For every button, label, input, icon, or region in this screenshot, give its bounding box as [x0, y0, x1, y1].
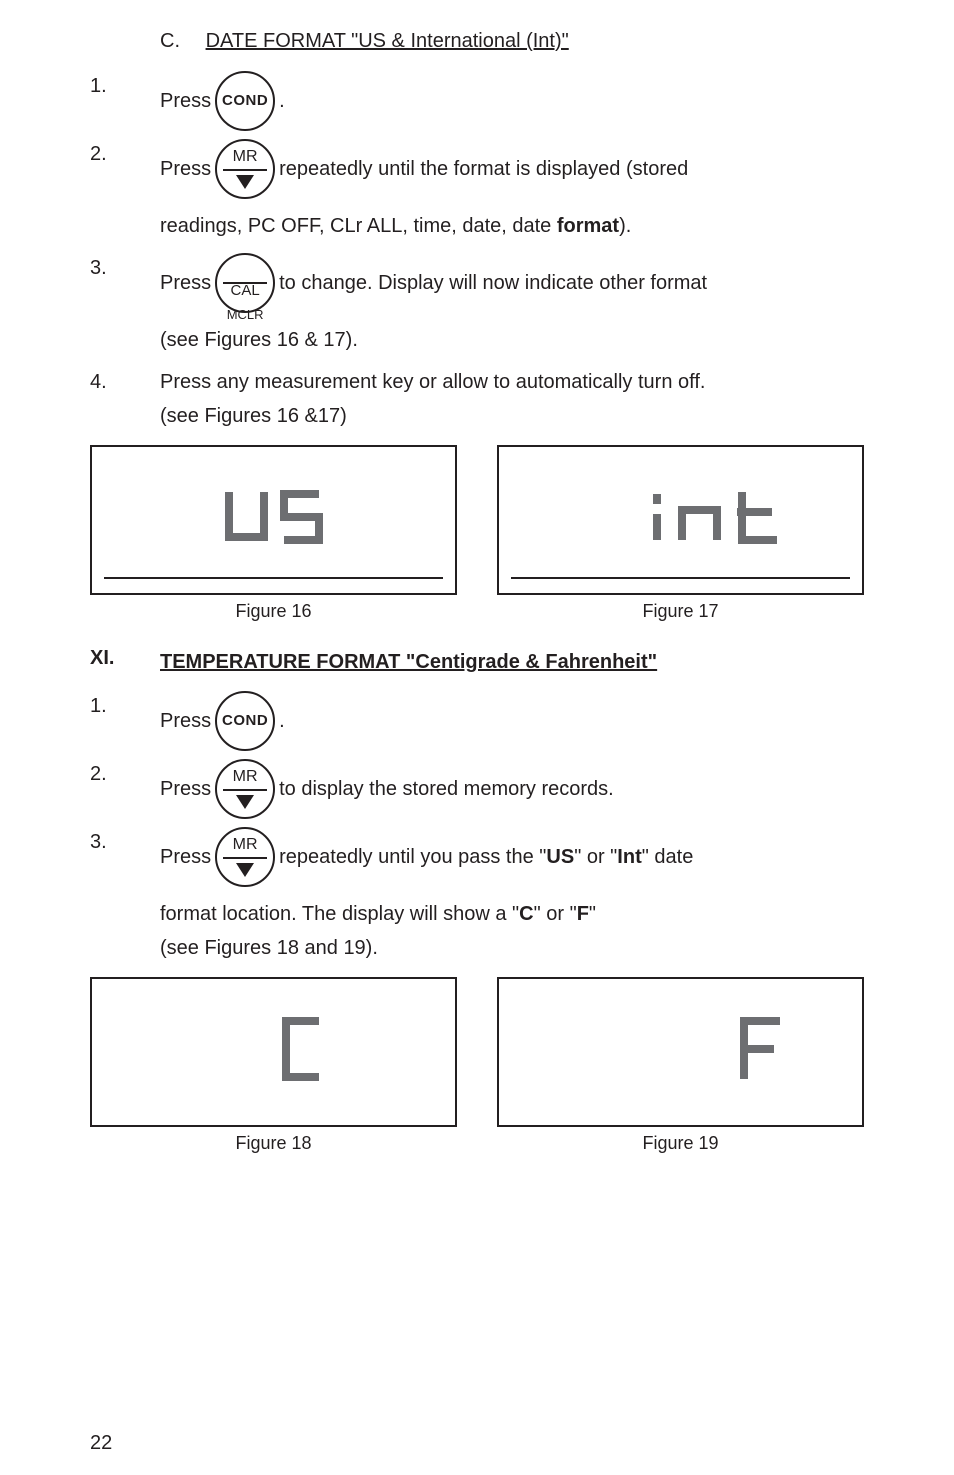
step-num: 2.	[90, 139, 160, 245]
text: Press	[160, 774, 211, 804]
triangle-down-icon	[236, 795, 254, 809]
section-xi-roman: XI.	[90, 647, 160, 677]
lcd-display	[90, 977, 457, 1127]
divider-icon	[223, 282, 267, 284]
text: repeatedly until you pass the "	[279, 842, 546, 872]
step-content: Press COND .	[160, 691, 864, 751]
mr-down-button-icon: MR	[215, 827, 275, 887]
text-bold: format	[557, 215, 619, 237]
text: (see Figures 18 and 19).	[160, 933, 864, 963]
triangle-down-icon	[236, 863, 254, 877]
text: format location. The display will show a…	[160, 903, 519, 925]
cal-mclr-button-icon: CAL MCLR	[215, 253, 275, 313]
step-xi-2: 2. Press MR to display the stored memory…	[90, 759, 864, 819]
step-num: 3.	[90, 827, 160, 967]
text: Press any measurement key or allow to au…	[160, 367, 864, 397]
text-bold: Int	[617, 842, 641, 872]
text-bold: US	[546, 842, 574, 872]
text: " or "	[574, 842, 617, 872]
section-xi-title: TEMPERATURE FORMAT "Centigrade & Fahrenh…	[160, 647, 864, 677]
step-c-2: 2. Press MR repeatedly until the format …	[90, 139, 864, 245]
figure-caption: Figure 16	[235, 601, 311, 622]
section-c-title: DATE FORMAT "US & International (Int)"	[206, 30, 569, 52]
cond-button-icon: COND	[215, 71, 275, 131]
section-xi-heading: XI. TEMPERATURE FORMAT "Centigrade & Fah…	[90, 647, 864, 677]
text: " date	[642, 842, 694, 872]
step-xi-1: 1. Press COND .	[90, 691, 864, 751]
text: ).	[619, 215, 631, 237]
figure-row-1: Figure 16 Figure 17	[90, 445, 864, 622]
figure-caption: Figure 19	[642, 1133, 718, 1154]
text: Press	[160, 706, 211, 736]
step-xi-3: 3. Press MR repeatedly until you pass th…	[90, 827, 864, 967]
text: Press	[160, 842, 211, 872]
step-c-3: 3. Press CAL MCLR to change. Display wil…	[90, 253, 864, 359]
figure-caption: Figure 17	[642, 601, 718, 622]
figure-caption: Figure 18	[235, 1133, 311, 1154]
seg-int-icon	[642, 482, 792, 552]
step-c-4: 4. Press any measurement key or allow to…	[90, 367, 864, 435]
text: to display the stored memory records.	[279, 774, 614, 804]
text-bold: F	[577, 903, 589, 925]
text: repeatedly until the format is displayed…	[279, 154, 688, 184]
rule-icon	[104, 577, 443, 579]
text: (see Figures 16 &17)	[160, 401, 864, 431]
figure-16: Figure 16	[90, 445, 457, 622]
text: Press	[160, 154, 211, 184]
text: Press	[160, 86, 211, 116]
triangle-down-icon	[236, 175, 254, 189]
step-num: 4.	[90, 367, 160, 435]
page: C. DATE FORMAT "US & International (Int)…	[0, 0, 954, 1475]
step-content: Press COND .	[160, 71, 864, 131]
text: "	[589, 903, 596, 925]
seg-f-icon	[732, 1009, 792, 1089]
lcd-display	[90, 445, 457, 595]
seg-c-icon	[274, 1009, 334, 1089]
step-content: Press any measurement key or allow to au…	[160, 367, 864, 435]
text: Press	[160, 268, 211, 298]
cond-button-icon: COND	[215, 691, 275, 751]
mr-down-button-icon: MR	[215, 139, 275, 199]
step-content: Press MR to display the stored memory re…	[160, 759, 864, 819]
text: .	[279, 706, 285, 736]
step-num: 1.	[90, 691, 160, 751]
seg-us-icon	[219, 482, 329, 552]
figure-19: Figure 19	[497, 977, 864, 1154]
rule-icon	[511, 577, 850, 579]
text: " or "	[534, 903, 577, 925]
step-content: Press MR repeatedly until you pass the "…	[160, 827, 864, 967]
text-bold: C	[519, 903, 533, 925]
step-num: 2.	[90, 759, 160, 819]
step-content: Press CAL MCLR to change. Display will n…	[160, 253, 864, 359]
text: to change. Display will now indicate oth…	[279, 268, 707, 298]
figure-17: Figure 17	[497, 445, 864, 622]
lcd-display	[497, 977, 864, 1127]
lcd-display	[497, 445, 864, 595]
section-c-letter: C.	[160, 30, 200, 53]
text: readings, PC OFF, CLr ALL, time, date, d…	[160, 215, 557, 237]
step-num: 3.	[90, 253, 160, 359]
step-num: 1.	[90, 71, 160, 131]
step-c-1: 1. Press COND .	[90, 71, 864, 131]
page-number: 22	[90, 1432, 112, 1455]
section-c-heading: C. DATE FORMAT "US & International (Int)…	[90, 30, 864, 53]
figure-row-2: Figure 18 Figure 19	[90, 977, 864, 1154]
mr-down-button-icon: MR	[215, 759, 275, 819]
figure-18: Figure 18	[90, 977, 457, 1154]
step-content: Press MR repeatedly until the format is …	[160, 139, 864, 245]
text: .	[279, 86, 285, 116]
